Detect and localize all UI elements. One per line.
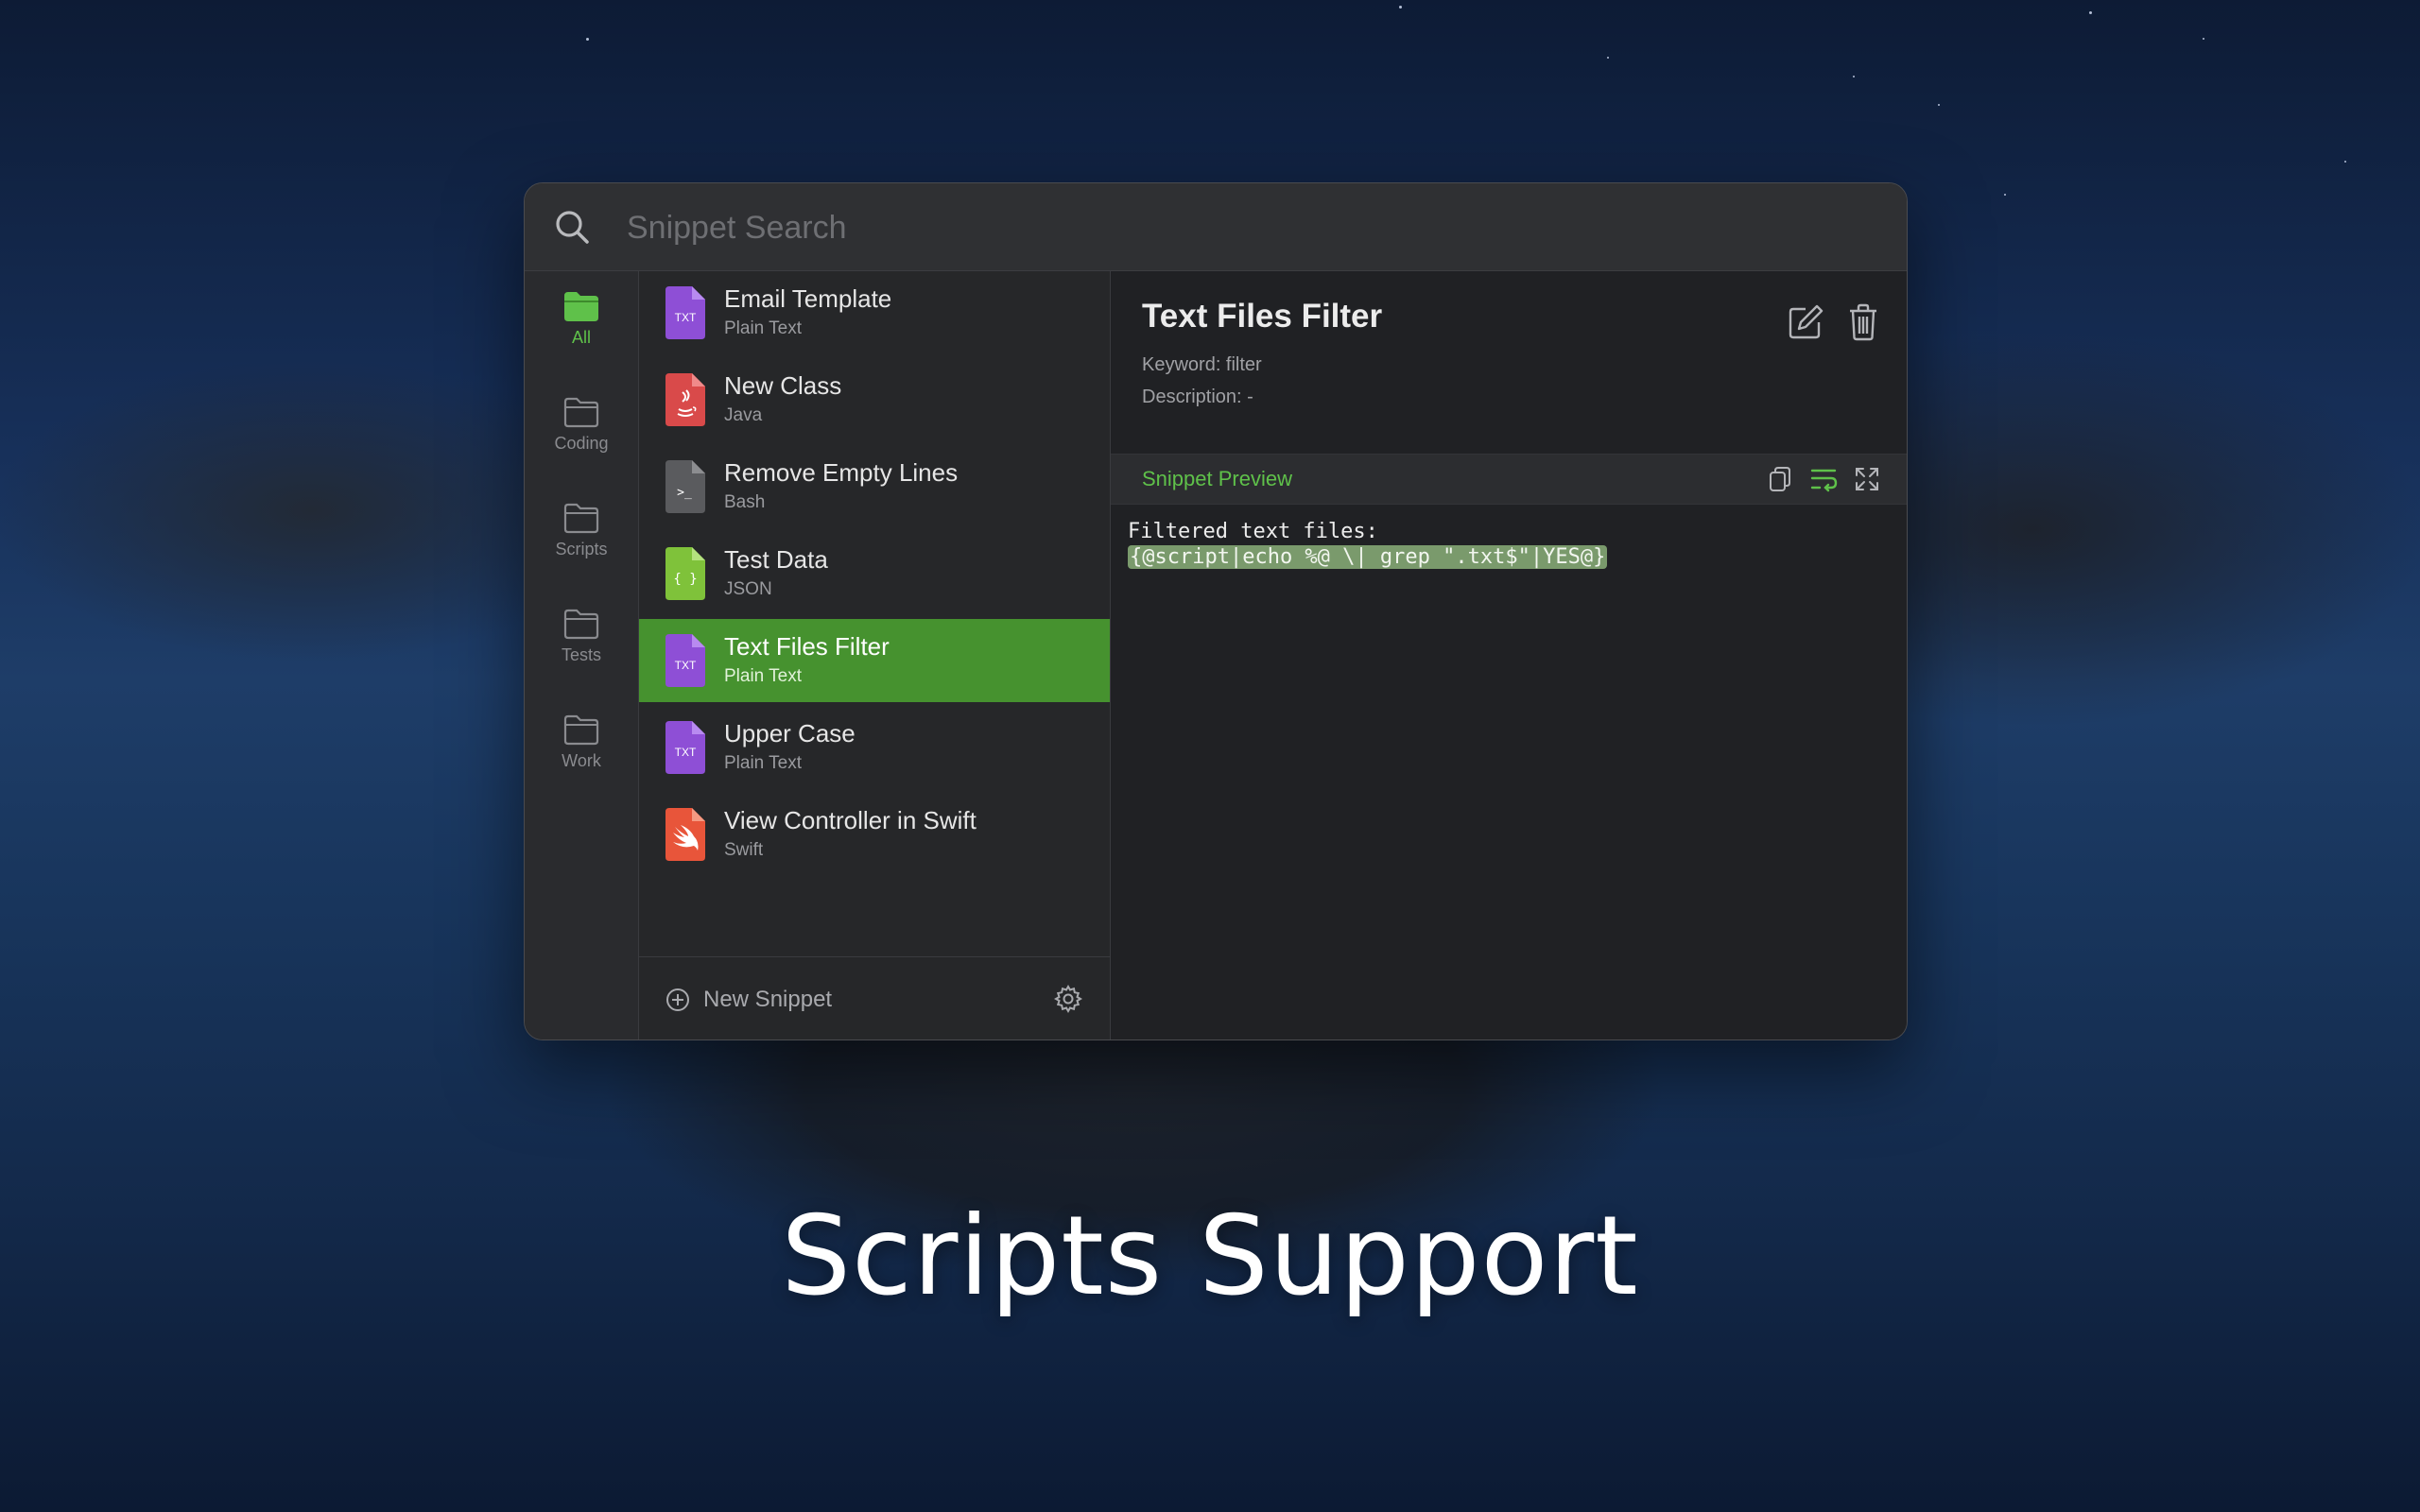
snippet-type: Bash — [724, 492, 766, 512]
folder-icon — [563, 714, 599, 746]
list-footer: New Snippet — [639, 956, 1110, 1040]
txt-file-icon: TXT — [666, 721, 705, 774]
svg-text:>_: >_ — [677, 486, 692, 500]
trash-icon[interactable] — [1848, 303, 1878, 341]
sidebar-item-tests[interactable]: Tests — [525, 608, 638, 693]
search-icon — [556, 211, 589, 244]
search-bar — [525, 183, 1907, 271]
snippet-description: Description: - — [1142, 387, 1253, 407]
svg-text:TXT: TXT — [675, 659, 697, 672]
sidebar-item-label: Coding — [554, 434, 609, 453]
snippet-type: Java — [724, 405, 763, 425]
snippet-row[interactable]: New Class Java — [639, 358, 1110, 441]
snippet-title: Email Template — [724, 284, 892, 313]
expand-icon[interactable] — [1853, 465, 1881, 493]
folder-icon — [563, 609, 599, 640]
snippet-detail-title: Text Files Filter — [1142, 298, 1383, 335]
script-placeholder-highlight: {@script|echo %@ \| grep ".txt$"|YES@} — [1128, 545, 1608, 569]
folder-icon — [563, 503, 599, 534]
code-line: Filtered text files: — [1128, 520, 1378, 543]
snippet-preview-bar: Snippet Preview — [1111, 454, 1907, 505]
plus-circle-icon — [666, 988, 689, 1011]
sidebar-item-label: Tests — [561, 645, 601, 664]
snippet-manager-window: All Coding Scripts Tests — [524, 182, 1908, 1040]
new-snippet-label: New Snippet — [703, 987, 833, 1012]
snippet-title: Remove Empty Lines — [724, 458, 959, 487]
snippet-type: Plain Text — [724, 666, 803, 686]
svg-text:TXT: TXT — [675, 746, 697, 759]
snippet-title: New Class — [724, 371, 842, 400]
swift-file-icon — [666, 808, 705, 861]
snippet-preview-label: Snippet Preview — [1142, 467, 1292, 490]
snippet-title: Text Files Filter — [724, 632, 890, 661]
snippet-row[interactable]: View Controller in Swift Swift — [639, 793, 1110, 876]
snippet-row[interactable]: TXT Email Template Plain Text — [639, 271, 1110, 354]
marketing-headline: Scripts Support — [781, 1193, 1639, 1320]
snippet-row[interactable]: TXT Upper Case Plain Text — [639, 706, 1110, 789]
sidebar-item-coding[interactable]: Coding — [525, 396, 638, 481]
search-input[interactable] — [625, 202, 1858, 253]
gear-icon[interactable] — [1053, 984, 1083, 1014]
snippet-type: Plain Text — [724, 753, 803, 773]
snippet-list: TXT Email Template Plain Text New Class … — [639, 271, 1111, 1040]
wrap-text-icon[interactable] — [1809, 465, 1838, 493]
snippet-keyword: Keyword: filter — [1142, 354, 1262, 375]
snippet-title: Test Data — [724, 545, 828, 574]
svg-text:TXT: TXT — [675, 311, 697, 324]
txt-file-icon: TXT — [666, 286, 705, 339]
json-file-icon: { } — [666, 547, 705, 600]
sidebar-item-work[interactable]: Work — [525, 713, 638, 799]
snippet-type: JSON — [724, 579, 772, 599]
folder-icon — [563, 397, 599, 428]
snippet-detail: Text Files Filter Keyword: filter Descri… — [1111, 271, 1907, 1040]
snippet-preview-code: Filtered text files: {@script|echo %@ \|… — [1128, 519, 1608, 570]
snippet-type: Plain Text — [724, 318, 803, 338]
sidebar-item-label: Work — [562, 751, 601, 770]
sidebar-item-all[interactable]: All — [525, 290, 638, 375]
svg-text:{ }: { } — [673, 572, 697, 587]
txt-file-icon: TXT — [666, 634, 705, 687]
snippet-title: Upper Case — [724, 719, 856, 747]
copy-icon[interactable] — [1766, 465, 1794, 493]
snippet-type: Swift — [724, 840, 764, 860]
sidebar-item-label: All — [571, 328, 591, 347]
sidebar: All Coding Scripts Tests Work — [525, 271, 639, 1040]
bash-file-icon: >_ — [666, 460, 705, 513]
snippet-title: View Controller in Swift — [724, 806, 977, 834]
snippet-row-selected[interactable]: TXT Text Files Filter Plain Text — [639, 619, 1110, 702]
snippet-row[interactable]: { } Test Data JSON — [639, 532, 1110, 615]
folder-filled-icon — [564, 292, 598, 321]
snippet-row[interactable]: >_ Remove Empty Lines Bash — [639, 445, 1110, 528]
edit-icon[interactable] — [1787, 303, 1824, 341]
new-snippet-button[interactable]: New Snippet — [666, 984, 832, 1016]
sidebar-item-scripts[interactable]: Scripts — [525, 502, 638, 587]
java-file-icon — [666, 373, 705, 426]
sidebar-item-label: Scripts — [555, 540, 608, 558]
